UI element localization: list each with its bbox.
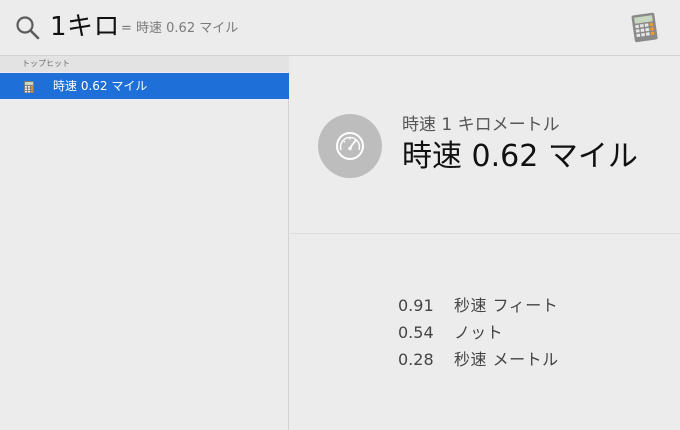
section-header: トップヒット — [0, 56, 289, 72]
calculator-icon — [22, 79, 36, 93]
conversion-source: 時速 1 キロメートル — [402, 115, 560, 135]
conversion-value: 0.28 — [398, 350, 434, 369]
conversion-row: 0.54 ノット — [398, 321, 658, 348]
conversion-unit: 秒速 フィート — [454, 296, 559, 315]
speedometer-icon — [318, 114, 382, 178]
conversion-row: 0.91 秒速 フィート — [398, 294, 658, 321]
section-header-label: トップヒット — [22, 59, 70, 68]
calculator-icon — [628, 11, 660, 43]
divider — [290, 233, 680, 234]
conversion-value: 0.54 — [398, 323, 434, 342]
result-row-label: 時速 0.62 マイル — [53, 79, 148, 93]
search-input[interactable]: 1キロ — [50, 9, 120, 45]
search-bar: 1キロ = 時速 0.62 マイル — [0, 0, 680, 56]
conversion-unit: 秒速 メートル — [454, 350, 559, 369]
search-icon — [15, 15, 41, 41]
results-list: トップヒット 時速 0.62 マイル — [0, 56, 289, 430]
conversion-list: 0.91 秒速 フィート 0.54 ノット 0.28 秒速 メートル — [398, 294, 658, 375]
conversion-result: 時速 0.62 マイル — [402, 139, 638, 174]
conversion-value: 0.91 — [398, 296, 434, 315]
preview-panel: 時速 1 キロメートル 時速 0.62 マイル 0.91 秒速 フィート 0.5… — [290, 56, 680, 430]
conversion-unit: ノット — [454, 323, 504, 342]
conversion-row: 0.28 秒速 メートル — [398, 348, 658, 375]
result-row-top-hit[interactable]: 時速 0.62 マイル — [0, 73, 289, 99]
search-inline-result: = 時速 0.62 マイル — [121, 21, 239, 36]
